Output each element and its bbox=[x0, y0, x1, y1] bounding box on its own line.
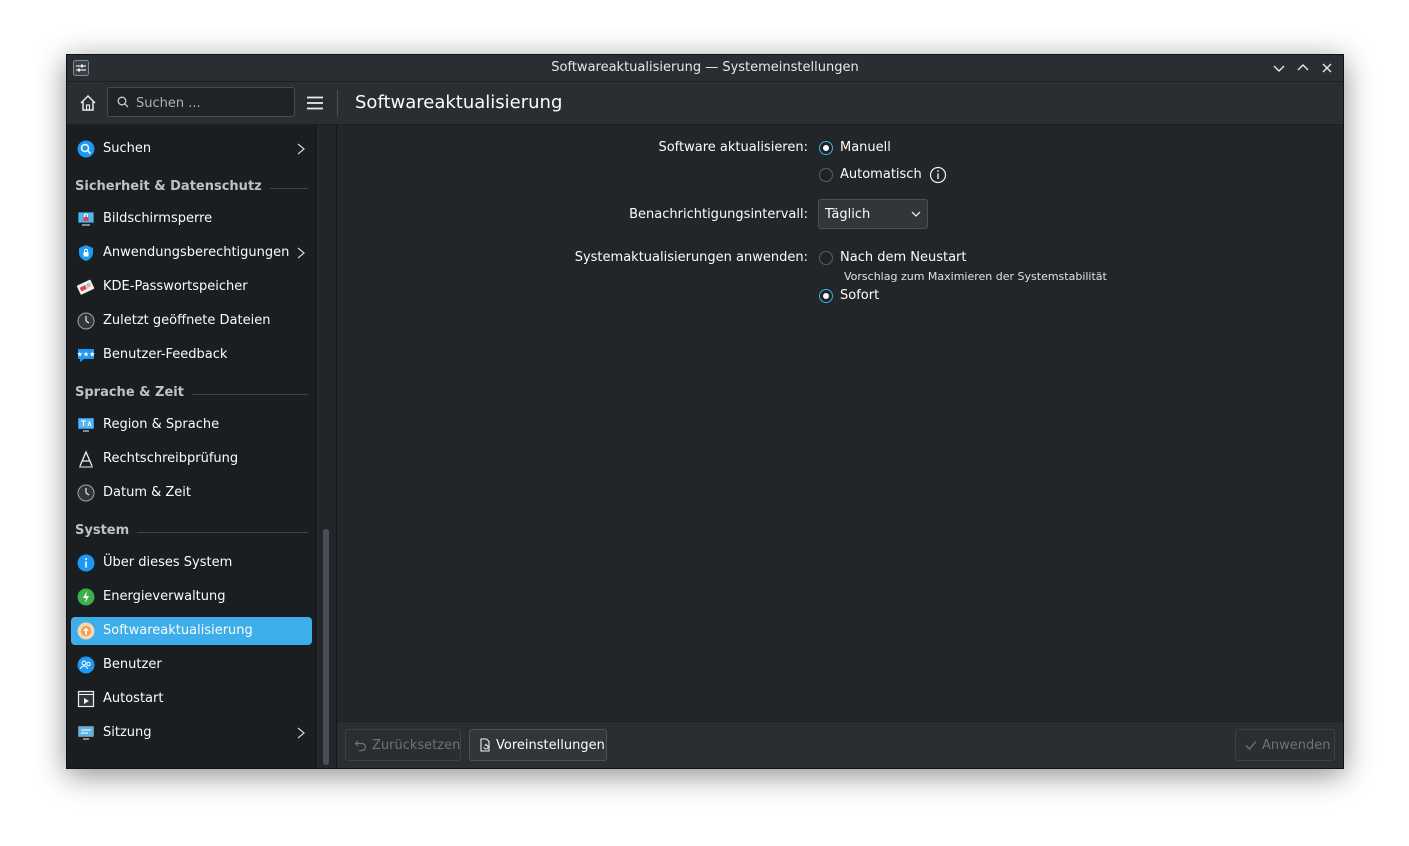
window-title: Softwareaktualisierung — Systemeinstellu… bbox=[551, 60, 859, 75]
combobox-value: Täglich bbox=[825, 207, 871, 222]
toolbar-separator bbox=[337, 90, 338, 116]
region-language-icon bbox=[78, 418, 94, 432]
power-lightning-icon bbox=[77, 588, 95, 606]
chevron-right-icon bbox=[297, 727, 306, 739]
feedback-icon: ★★★ bbox=[77, 349, 95, 362]
radio-after-restart-label[interactable]: Nach dem Neustart bbox=[840, 250, 967, 265]
sidebar-item-label: Sitzung bbox=[103, 725, 152, 740]
sidebar-item-label: Rechtschreibprüfung bbox=[103, 451, 239, 466]
sidebar-item-recent-files[interactable]: Zuletzt geöffnete Dateien bbox=[71, 307, 312, 335]
sidebar-item-label: Region & Sprache bbox=[103, 417, 220, 432]
section-header-security: Sicherheit & Datenschutz bbox=[75, 177, 308, 197]
section-header-language: Sprache & Zeit bbox=[75, 383, 308, 403]
reset-button[interactable]: Zurücksetzen bbox=[345, 729, 461, 761]
sidebar-item-power[interactable]: Energieverwaltung bbox=[71, 583, 312, 611]
session-monitor-icon bbox=[78, 726, 94, 740]
sidebar-item-search[interactable]: Suchen bbox=[71, 135, 312, 163]
maximize-button[interactable] bbox=[1295, 60, 1311, 76]
sidebar-item-software-update[interactable]: Softwareaktualisierung bbox=[71, 617, 312, 645]
info-icon bbox=[77, 554, 95, 572]
radio-after-restart[interactable] bbox=[819, 251, 833, 265]
clock-icon bbox=[77, 312, 95, 330]
sidebar-item-label: Energieverwaltung bbox=[103, 589, 226, 604]
wallet-icon bbox=[77, 279, 95, 295]
sidebar-item-region[interactable]: Region & Sprache bbox=[71, 411, 312, 439]
page-title: Softwareaktualisierung bbox=[355, 92, 563, 113]
sidebar-item-label: Datum & Zeit bbox=[103, 485, 191, 500]
radio-manual-label[interactable]: Manuell bbox=[840, 140, 891, 155]
apply-button-label: Anwenden bbox=[1262, 738, 1331, 753]
home-icon[interactable] bbox=[77, 92, 99, 114]
after-restart-hint: Vorschlag zum Maximieren der Systemstabi… bbox=[844, 270, 1107, 283]
section-title: Sicherheit & Datenschutz bbox=[75, 179, 270, 194]
sidebar-item-spellcheck[interactable]: Rechtschreibprüfung bbox=[71, 445, 312, 473]
screen-lock-icon bbox=[78, 212, 94, 226]
hamburger-menu-icon[interactable] bbox=[305, 93, 325, 113]
radio-automatic-label[interactable]: Automatisch bbox=[840, 167, 922, 182]
sidebar-item-label: Suchen bbox=[103, 141, 152, 156]
sidebar-scrollbar[interactable] bbox=[318, 125, 337, 768]
radio-immediately-label[interactable]: Sofort bbox=[840, 288, 879, 303]
search-icon bbox=[117, 96, 129, 108]
scrollbar-thumb[interactable] bbox=[323, 529, 329, 765]
info-icon[interactable] bbox=[929, 166, 947, 184]
sidebar-item-screenlock[interactable]: Bildschirmsperre bbox=[71, 205, 312, 233]
radio-manual[interactable] bbox=[819, 141, 833, 155]
main-content: Software aktualisieren: Manuell Automati… bbox=[337, 125, 1343, 721]
sidebar-item-label: Über dieses System bbox=[103, 555, 233, 570]
sidebar-item-label: Softwareaktualisierung bbox=[103, 623, 253, 638]
svg-text:★★★: ★★★ bbox=[77, 351, 95, 359]
checkmark-icon bbox=[1245, 741, 1257, 750]
defaults-button[interactable]: Voreinstellungen bbox=[469, 729, 607, 761]
sidebar-item-feedback[interactable]: ★★★ Benutzer-Feedback bbox=[71, 341, 312, 369]
autostart-icon bbox=[77, 690, 95, 708]
footer-bar: Zurücksetzen Voreinstellungen Anwenden bbox=[337, 721, 1343, 768]
update-mode-label: Software aktualisieren: bbox=[658, 140, 808, 155]
sidebar-item-permissions[interactable]: Anwendungsberechtigungen bbox=[71, 239, 312, 267]
apply-updates-label: Systemaktualisierungen anwenden: bbox=[574, 250, 808, 265]
sidebar-item-kwallet[interactable]: KDE-Passwortspeicher bbox=[71, 273, 312, 301]
sidebar-item-label: Benutzer-Feedback bbox=[103, 347, 228, 362]
sidebar-item-about[interactable]: Über dieses System bbox=[71, 549, 312, 577]
sidebar-item-label: Benutzer bbox=[103, 657, 162, 672]
sidebar-item-autostart[interactable]: Autostart bbox=[71, 685, 312, 713]
section-header-system: System bbox=[75, 521, 308, 541]
undo-icon bbox=[354, 740, 367, 752]
close-button[interactable] bbox=[1319, 60, 1335, 76]
sidebar-item-label: Zuletzt geöffnete Dateien bbox=[103, 313, 271, 328]
chevron-down-icon bbox=[911, 211, 921, 217]
notification-interval-combobox[interactable]: Täglich bbox=[818, 199, 928, 229]
shield-icon bbox=[79, 245, 93, 261]
search-input[interactable] bbox=[134, 93, 288, 113]
chevron-right-icon bbox=[297, 247, 306, 259]
sidebar-item-users[interactable]: Benutzer bbox=[71, 651, 312, 679]
radio-immediately[interactable] bbox=[819, 289, 833, 303]
notification-interval-label: Benachrichtigungsintervall: bbox=[629, 207, 808, 222]
sidebar-item-datetime[interactable]: Datum & Zeit bbox=[71, 479, 312, 507]
section-title: Sprache & Zeit bbox=[75, 385, 192, 400]
minimize-button[interactable] bbox=[1271, 60, 1287, 76]
sidebar-item-session[interactable]: Sitzung bbox=[71, 719, 312, 747]
sidebar: Suchen Sicherheit & Datenschutz Bildschi… bbox=[67, 125, 317, 768]
defaults-button-label: Voreinstellungen bbox=[496, 738, 605, 753]
sidebar-item-label: Anwendungsberechtigungen bbox=[103, 245, 290, 260]
document-defaults-icon bbox=[480, 738, 490, 752]
reset-button-label: Zurücksetzen bbox=[372, 738, 461, 753]
section-title: System bbox=[75, 523, 138, 538]
chevron-right-icon bbox=[297, 143, 306, 155]
radio-automatic[interactable] bbox=[819, 168, 833, 182]
apply-button[interactable]: Anwenden bbox=[1235, 729, 1335, 761]
users-icon bbox=[77, 656, 95, 674]
software-update-icon bbox=[77, 622, 95, 640]
spellcheck-icon bbox=[79, 450, 93, 468]
settings-window: Softwareaktualisierung — Systemeinstellu… bbox=[66, 54, 1344, 769]
clock-icon bbox=[77, 484, 95, 502]
title-bar: Softwareaktualisierung — Systemeinstellu… bbox=[67, 55, 1343, 82]
toolbar: Softwareaktualisierung bbox=[67, 82, 1343, 125]
search-field[interactable] bbox=[107, 87, 295, 117]
sidebar-item-label: KDE-Passwortspeicher bbox=[103, 279, 248, 294]
search-icon bbox=[77, 140, 95, 158]
sidebar-item-label: Autostart bbox=[103, 691, 164, 706]
sidebar-item-label: Bildschirmsperre bbox=[103, 211, 213, 226]
